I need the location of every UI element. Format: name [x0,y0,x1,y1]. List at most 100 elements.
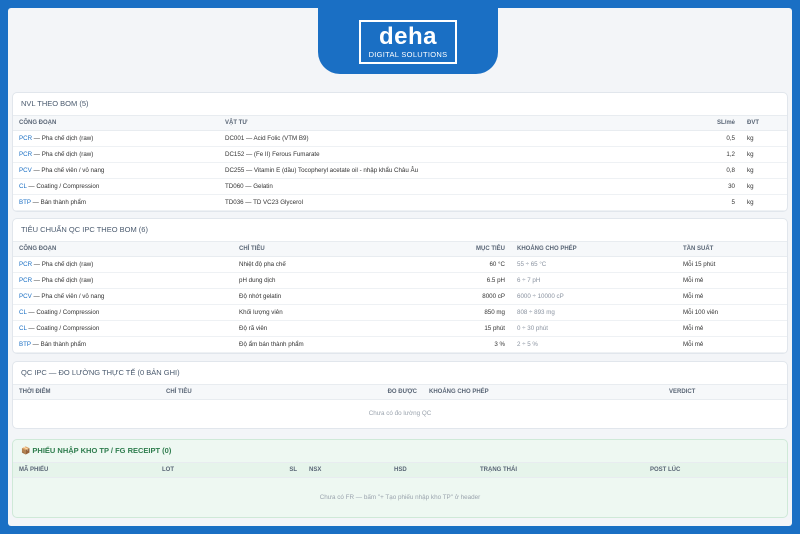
stage-separator: — [30,199,41,206]
material-cell: DC255 — Vitamin E (dầu) Tocopheryl aceta… [219,162,701,179]
table-header-row: CÔNG ĐOẠN CHỈ TIÊU MỤC TIÊU KHOẢNG CHO P… [13,241,787,257]
frequency-cell: Mỗi 15 phút [677,256,787,273]
stage-cell: PCR — Pha chế dịch (raw) [13,272,233,289]
stage-cell: CL — Coating / Compression [13,320,233,337]
stage-cell: CL — Coating / Compression [13,304,233,321]
col-header-receipt-code: MÃ PHIẾU [13,462,156,478]
col-header-stage: CÔNG ĐOẠN [13,241,233,257]
table-row: PCR — Pha chế dịch (raw) pH dung dịch 6.5 … [13,272,787,289]
fg-empty-message: Chưa có FR — bấm "+ Tạo phiếu nhập kho T… [319,494,481,502]
table-row: CL — Coating / Compression TD060 — Gelati… [13,178,787,195]
range-cell: 2 ÷ 5 % [511,336,677,353]
metric-cell: Độ rã viên [233,320,423,337]
col-header-time: THỜI ĐIỂM [13,384,160,400]
empty-row: Chưa có đo lường QC [13,400,787,428]
col-header-status: TRẠNG THÁI [474,462,644,478]
col-header-range: KHOẢNG CHO PHÉP [423,384,663,400]
target-cell: 850 mg [423,304,511,321]
qty-cell: 0,8 [701,162,741,179]
stage-code-link[interactable]: PCR [19,151,32,158]
stage-label: Pha chế dịch (raw) [41,277,94,284]
stage-separator: — [32,277,42,284]
table-row: BTP — Bán thành phẩm TD036 — TD VC23 Glyc… [13,194,787,211]
stage-separator: — [32,135,42,142]
stage-separator: — [31,293,42,300]
stage-cell: PCR — Pha chế dịch (raw) [13,130,219,147]
fg-receipt-card: 📦 PHIẾU NHẬP KHO TP / FG RECEIPT (0) MÃ … [12,439,788,518]
qc-actual-table: THỜI ĐIỂM CHỈ TIÊU ĐO ĐƯỢC KHOẢNG CHO PH… [13,384,787,428]
stage-cell: PCV — Pha chế viên / vỏ nang [13,162,219,179]
qc-actual-card: QC IPC — ĐO LƯỜNG THỰC TẾ (0 BẢN GHI) TH… [12,361,788,429]
stage-cell: BTP — Bán thành phẩm [13,194,219,211]
range-cell: 808 ÷ 893 mg [511,304,677,321]
table-row: PCR — Pha chế dịch (raw) DC152 — (Fe II) … [13,146,787,163]
stage-label: Bán thành phẩm [40,199,86,206]
metric-cell: pH dung dịch [233,272,423,289]
unit-cell: kg [741,146,787,163]
col-header-metric: CHỈ TIÊU [233,241,423,257]
unit-cell: kg [741,178,787,195]
target-cell: 6.5 pH [423,272,511,289]
qc-actual-title: QC IPC — ĐO LƯỜNG THỰC TẾ (0 BẢN GHI) [21,368,180,377]
stage-separator: — [30,341,41,348]
col-header-target: MỤC TIÊU [423,241,511,257]
target-cell: 60 °C [423,256,511,273]
stage-code-link[interactable]: CL [19,183,27,190]
frequency-cell: Mỗi 100 viên [677,304,787,321]
stage-cell: PCR — Pha chế dịch (raw) [13,256,233,273]
nvl-bom-table: CÔNG ĐOẠN VẬT TƯ SL/mẻ ĐVT PCR — Pha chế… [13,115,787,211]
stage-label: Pha chế viên / vỏ nang [41,293,105,300]
table-row: PCR — Pha chế dịch (raw) Nhiệt độ pha chế… [13,256,787,273]
col-header-stage: CÔNG ĐOẠN [13,115,219,131]
stage-code-link[interactable]: PCR [19,261,32,268]
target-cell: 3 % [423,336,511,353]
col-header-frequency: TẦN SUẤT [677,241,787,257]
stage-code-link[interactable]: CL [19,325,27,332]
stage-label: Pha chế viên / vỏ nang [41,167,105,174]
col-header-mfg-date: NSX [303,462,388,478]
brand-tagline: DIGITAL SOLUTIONS [368,50,448,59]
nvl-bom-title: NVL THEO BOM (5) [21,99,89,108]
stage-code-link[interactable]: PCV [19,167,32,174]
stage-label: Coating / Compression [36,325,100,332]
qty-cell: 5 [701,194,741,211]
table-header-row: THỜI ĐIỂM CHỈ TIÊU ĐO ĐƯỢC KHOẢNG CHO PH… [13,384,787,400]
stage-cell: PCV — Pha chế viên / vỏ nang [13,288,233,305]
stage-code-link[interactable]: PCR [19,135,32,142]
stage-label: Pha chế dịch (raw) [41,135,94,142]
unit-cell: kg [741,162,787,179]
target-cell: 15 phút [423,320,511,337]
stage-separator: — [26,309,37,316]
qty-cell: 0,5 [701,130,741,147]
table-header-row: CÔNG ĐOẠN VẬT TƯ SL/mẻ ĐVT [13,115,787,131]
stage-label: Bán thành phẩm [40,341,86,348]
empty-row: Chưa có FR — bấm "+ Tạo phiếu nhập kho T… [13,478,787,518]
range-cell: 0 ÷ 30 phút [511,320,677,337]
table-row: PCV — Pha chế viên / vỏ nang Độ nhớt gela… [13,288,787,305]
stage-cell: CL — Coating / Compression [13,178,219,195]
table-row: PCR — Pha chế dịch (raw) DC001 — Acid Fol… [13,130,787,147]
range-cell: 55 ÷ 65 °C [511,256,677,273]
col-header-posted-at: POST LÚC [644,462,787,478]
stage-code-link[interactable]: PCR [19,277,32,284]
stage-label: Coating / Compression [36,309,100,316]
frequency-cell: Mỗi mẻ [677,288,787,305]
frequency-cell: Mỗi mẻ [677,336,787,353]
brand-tab: deha DIGITAL SOLUTIONS [318,8,498,74]
unit-cell: kg [741,194,787,211]
brand-logo: deha DIGITAL SOLUTIONS [359,20,457,64]
col-header-qty: SL/mẻ [701,115,741,131]
stage-cell: PCR — Pha chế dịch (raw) [13,146,219,163]
brand-name: deha [378,23,437,50]
unit-cell: kg [741,130,787,147]
stage-cell: BTP — Bán thành phẩm [13,336,233,353]
stage-code-link[interactable]: BTP [19,199,31,206]
stage-code-link[interactable]: BTP [19,341,31,348]
stage-separator: — [31,167,42,174]
stage-code-link[interactable]: CL [19,309,27,316]
table-header-row: MÃ PHIẾU LOT SL NSX HSD TRẠNG THÁI POST … [13,462,787,478]
fg-receipt-title: 📦 PHIẾU NHẬP KHO TP / FG RECEIPT (0) [21,446,172,455]
metric-cell: Nhiệt độ pha chế [233,256,423,273]
stage-code-link[interactable]: PCV [19,293,32,300]
qc-empty-message: Chưa có đo lường QC [368,410,432,418]
